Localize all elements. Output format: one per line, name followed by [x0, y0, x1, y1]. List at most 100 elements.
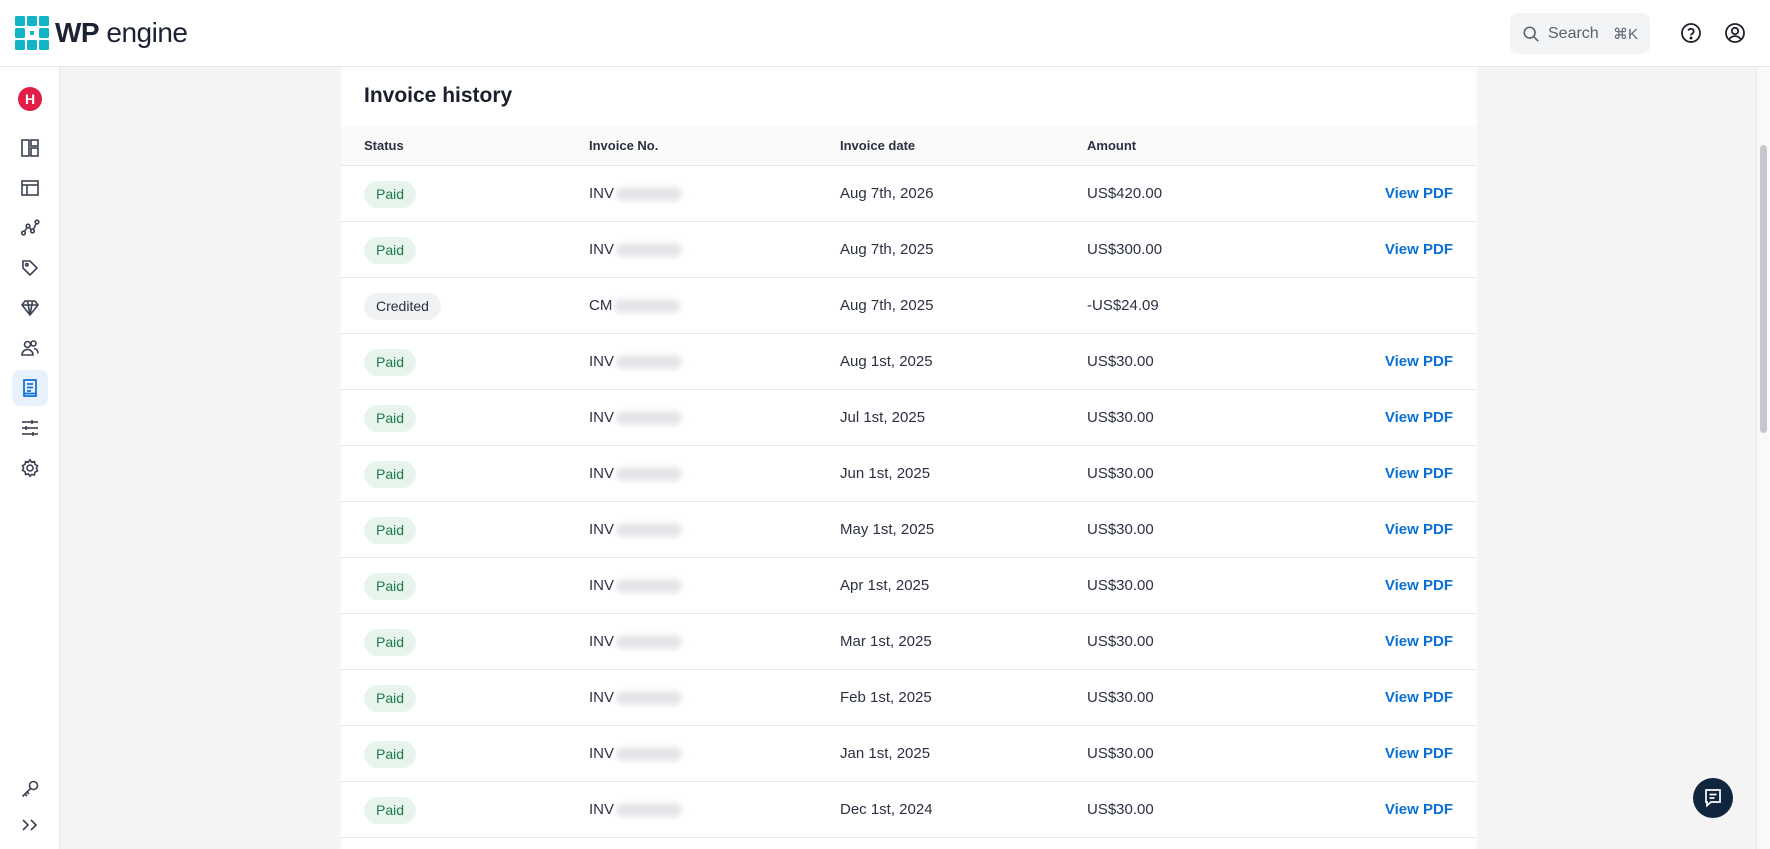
column-header-invoice-no[interactable]: Invoice No. [589, 126, 658, 166]
redacted-invoice-number [616, 243, 683, 258]
diamond-icon [20, 300, 40, 317]
redacted-invoice-number [616, 579, 683, 594]
search-button[interactable]: Search ⌘K [1510, 13, 1650, 54]
invoice-amount: US$30.00 [1087, 633, 1154, 650]
redacted-invoice-number [614, 299, 681, 314]
invoice-number: INV [589, 726, 683, 782]
invoice-date: Aug 7th, 2026 [840, 185, 934, 202]
invoice-amount: US$30.00 [1087, 465, 1154, 482]
sidebar-item-users[interactable] [12, 330, 48, 366]
invoice-amount: US$30.00 [1087, 577, 1154, 594]
status-badge: Paid [364, 573, 417, 600]
invoice-amount: US$300.00 [1087, 241, 1163, 258]
invoice-amount: -US$24.09 [1087, 297, 1159, 314]
table-row: Paid INV Jun 1st, 2025 US$30.00 View PDF [341, 446, 1477, 502]
table-row: Paid INV Aug 7th, 2026 US$420.00 View PDF [341, 166, 1477, 222]
chat-button[interactable] [1693, 778, 1733, 818]
table-row: Paid INV Mar 1st, 2025 US$30.00 View PDF [341, 614, 1477, 670]
sidebar-item-billing[interactable] [12, 370, 48, 406]
invoice-number: INV [589, 390, 683, 446]
invoice-amount: US$30.00 [1087, 409, 1154, 426]
table-row: Credited CM Aug 7th, 2025 -US$24.09 [341, 278, 1477, 334]
view-pdf-link[interactable]: View PDF [1385, 782, 1453, 838]
view-pdf-link[interactable]: View PDF [1385, 166, 1453, 222]
billing-icon [23, 379, 37, 397]
sidebar-item-layout[interactable] [12, 170, 48, 206]
redacted-invoice-number [616, 803, 683, 818]
view-pdf-link[interactable]: View PDF [1385, 614, 1453, 670]
left-sidebar: H [0, 67, 60, 849]
wp-engine-logo[interactable]: WP engine [15, 16, 188, 50]
layout-icon [21, 180, 39, 196]
table-row: Paid INV Feb 1st, 2025 US$30.00 View PDF [341, 670, 1477, 726]
view-pdf-link[interactable]: View PDF [1385, 334, 1453, 390]
account-button[interactable] [1722, 20, 1748, 46]
sidebar-item-tags[interactable] [12, 250, 48, 286]
view-pdf-link[interactable]: View PDF [1385, 390, 1453, 446]
invoice-amount: US$30.00 [1087, 745, 1154, 762]
invoice-date: Jul 1st, 2025 [840, 409, 926, 426]
view-pdf-link[interactable]: View PDF [1385, 502, 1453, 558]
column-header-invoice-date[interactable]: Invoice date [840, 126, 915, 166]
invoice-number: INV [589, 222, 683, 278]
invoice-number-prefix: INV [589, 185, 615, 202]
invoice-date: Dec 1st, 2024 [840, 801, 933, 818]
status-badge: Paid [364, 181, 417, 208]
view-pdf-link[interactable]: View PDF [1385, 446, 1453, 502]
invoice-number: INV [589, 558, 683, 614]
invoice-amount: US$30.00 [1087, 689, 1154, 706]
dashboard-icon [21, 139, 39, 157]
invoice-number-prefix: INV [589, 745, 615, 762]
invoice-number-prefix: INV [589, 353, 615, 370]
sidebar-item-dashboard[interactable] [12, 130, 48, 166]
invoice-amount: US$420.00 [1087, 185, 1163, 202]
page-scrollbar[interactable] [1756, 67, 1770, 849]
gear-icon [21, 458, 39, 478]
view-pdf-link[interactable]: View PDF [1385, 670, 1453, 726]
status-badge: Paid [364, 685, 417, 712]
status-badge: Paid [364, 461, 417, 488]
redacted-invoice-number [616, 187, 683, 202]
account-avatar[interactable]: H [18, 87, 42, 111]
sidebar-expand-button[interactable] [12, 807, 48, 843]
view-pdf-link[interactable]: View PDF [1385, 726, 1453, 782]
view-pdf-link[interactable]: View PDF [1385, 222, 1453, 278]
invoice-number: INV [589, 446, 683, 502]
column-header-amount[interactable]: Amount [1087, 126, 1136, 166]
help-button[interactable] [1678, 20, 1704, 46]
invoice-number: INV [589, 782, 683, 838]
sidebar-item-settings[interactable] [12, 450, 48, 486]
analytics-icon [20, 219, 40, 236]
invoice-number-prefix: INV [589, 689, 615, 706]
invoice-number: INV [589, 502, 683, 558]
sidebar-item-analytics[interactable] [12, 210, 48, 246]
users-icon [21, 340, 39, 356]
page-title: Invoice history [364, 84, 513, 107]
logo-wordmark: WP engine [55, 17, 188, 48]
invoice-number-prefix: INV [589, 801, 615, 818]
invoice-date: Mar 1st, 2025 [840, 633, 932, 650]
redacted-invoice-number [616, 467, 683, 482]
sidebar-item-keys[interactable] [12, 771, 48, 807]
table-row: Paid INV Jul 1st, 2025 US$30.00 View PDF [341, 390, 1477, 446]
status-badge: Paid [364, 517, 417, 544]
status-badge: Paid [364, 797, 417, 824]
table-row: Paid INV Dec 1st, 2024 US$30.00 View PDF [341, 782, 1477, 838]
invoice-date: May 1st, 2025 [840, 521, 935, 538]
scrollbar-thumb[interactable] [1760, 145, 1767, 433]
table-row: Paid INV Aug 7th, 2025 US$300.00 View PDF [341, 222, 1477, 278]
invoice-number-prefix: INV [589, 633, 615, 650]
invoice-number-prefix: INV [589, 409, 615, 426]
invoice-date: Jun 1st, 2025 [840, 465, 931, 482]
view-pdf-link[interactable]: View PDF [1385, 558, 1453, 614]
search-label: Search [1548, 24, 1599, 42]
column-header-status[interactable]: Status [364, 126, 404, 166]
status-badge: Paid [364, 237, 417, 264]
status-badge: Paid [364, 349, 417, 376]
sidebar-item-premium[interactable] [12, 290, 48, 326]
invoice-amount: US$30.00 [1087, 521, 1154, 538]
invoice-table-body: Paid INV Aug 7th, 2026 US$420.00 View PDF Pai… [341, 166, 1477, 838]
invoice-number-prefix: INV [589, 241, 615, 258]
sidebar-item-settings-sliders[interactable] [12, 410, 48, 446]
invoice-number-prefix: CM [589, 297, 613, 314]
